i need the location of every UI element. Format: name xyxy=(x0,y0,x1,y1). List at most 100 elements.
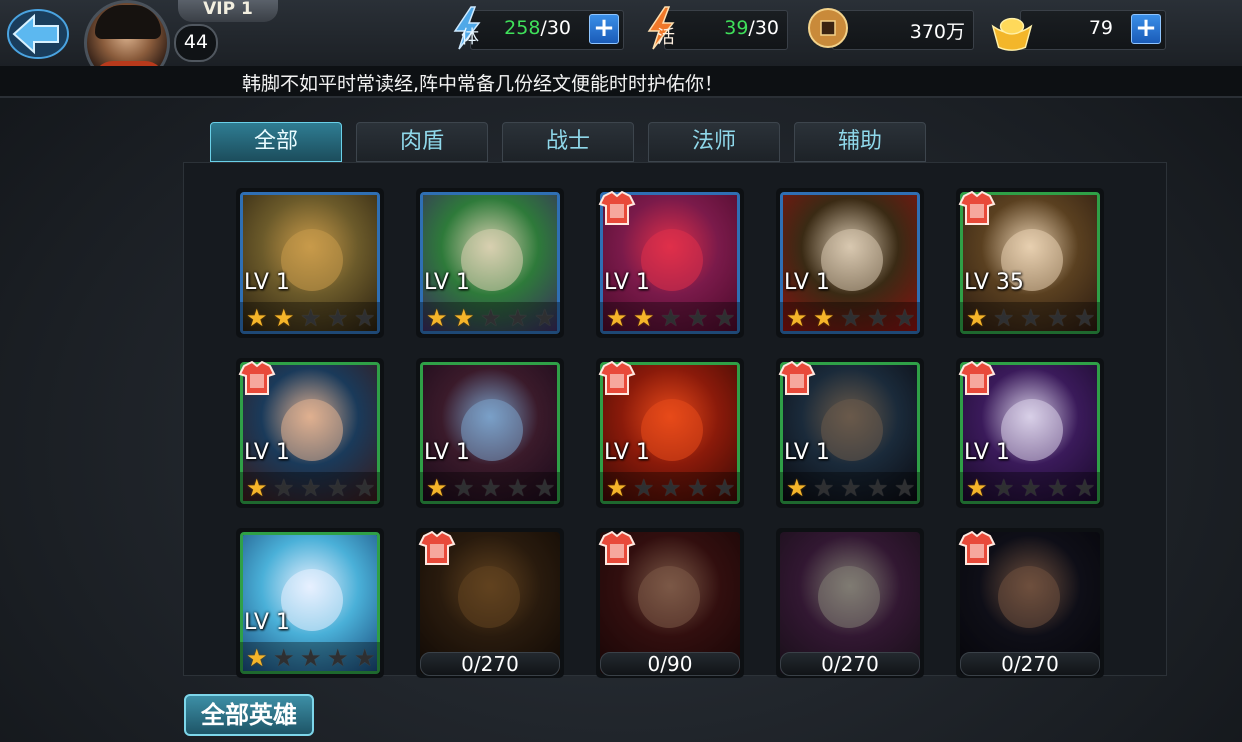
star-icon: ★ xyxy=(966,304,988,332)
star-icon: ★ xyxy=(273,304,295,332)
star-icon: ★ xyxy=(606,304,628,332)
marquee-text: 韩脚不如平时常读经,阵中常备几份经文便能时时护佑你！ xyxy=(242,73,724,95)
hero-card[interactable]: ★ ★ ★ ★ ★ LV 1 xyxy=(236,358,384,508)
star-icon: ★ xyxy=(426,304,448,332)
energy-label: 活 xyxy=(657,27,675,48)
player-level: 44 xyxy=(174,24,218,62)
star-icon: ★ xyxy=(246,644,268,672)
hero-card[interactable]: ★ ★ ★ ★ ★ LV 1 xyxy=(776,358,924,508)
star-icon: ★ xyxy=(354,644,376,672)
add-stamina-button[interactable]: + xyxy=(589,14,619,44)
hero-fragment-card[interactable]: 0/270 xyxy=(416,528,564,678)
star-icon: ★ xyxy=(453,304,475,332)
star-icon: ★ xyxy=(660,474,682,502)
back-button[interactable] xyxy=(4,4,70,60)
star-icon: ★ xyxy=(786,474,808,502)
star-icon: ★ xyxy=(327,474,349,502)
hero-fragment-card[interactable]: 0/90 xyxy=(596,528,744,678)
gold-value: 79 xyxy=(1088,17,1113,39)
tab-all[interactable]: 全部 xyxy=(210,122,342,162)
hero-card[interactable]: ★ ★ ★ ★ ★ LV 1 xyxy=(416,358,564,508)
star-rating: ★ ★ ★ ★ ★ xyxy=(960,472,1100,504)
all-heroes-button[interactable]: 全部英雄 xyxy=(184,694,314,736)
add-gold-button[interactable]: + xyxy=(1131,14,1161,44)
tab-warrior[interactable]: 战士 xyxy=(502,122,634,162)
armor-icon xyxy=(418,530,456,565)
star-icon: ★ xyxy=(714,304,736,332)
star-icon: ★ xyxy=(813,304,835,332)
stamina-value: 258/30 xyxy=(504,17,571,39)
hero-card[interactable]: ★ ★ ★ ★ ★ LV 1 xyxy=(236,528,384,678)
fragment-progress: 0/90 xyxy=(600,652,740,676)
star-icon: ★ xyxy=(480,474,502,502)
star-icon: ★ xyxy=(867,304,889,332)
armor-icon xyxy=(958,190,996,225)
hero-level: LV 1 xyxy=(244,270,290,295)
star-rating: ★ ★ ★ ★ ★ xyxy=(780,472,920,504)
stamina-resource: 体 258/30 + xyxy=(453,6,624,50)
stamina-label: 体 xyxy=(461,27,479,48)
star-icon: ★ xyxy=(813,474,835,502)
armor-icon xyxy=(598,190,636,225)
coins-value: 370万 xyxy=(909,21,965,43)
news-marquee: 韩脚不如平时常读经,阵中常备几份经文便能时时护佑你！ xyxy=(0,66,1242,98)
hero-level: LV 1 xyxy=(784,270,830,295)
armor-icon xyxy=(598,360,636,395)
star-icon: ★ xyxy=(1047,304,1069,332)
hero-card[interactable]: ★ ★ ★ ★ ★ LV 1 xyxy=(956,358,1104,508)
top-bar: VIP 1 44 体 258/30 + 活 39/30 370万 79 + xyxy=(0,0,1242,86)
armor-icon xyxy=(958,360,996,395)
hero-fragment-card[interactable]: 0/270 xyxy=(776,528,924,678)
star-icon: ★ xyxy=(840,304,862,332)
star-icon: ★ xyxy=(606,474,628,502)
star-icon: ★ xyxy=(840,474,862,502)
star-icon: ★ xyxy=(480,304,502,332)
armor-icon xyxy=(598,530,636,565)
hero-card[interactable]: ★ ★ ★ ★ ★ LV 35 xyxy=(956,188,1104,338)
energy-current: 39 xyxy=(724,17,749,39)
energy-max: /30 xyxy=(748,17,779,39)
vip-badge[interactable]: VIP 1 xyxy=(178,0,278,22)
star-icon: ★ xyxy=(1074,304,1096,332)
hero-level: LV 1 xyxy=(604,270,650,295)
star-icon: ★ xyxy=(993,474,1015,502)
star-rating: ★ ★ ★ ★ ★ xyxy=(600,302,740,334)
star-icon: ★ xyxy=(354,474,376,502)
star-icon: ★ xyxy=(273,644,295,672)
tab-support[interactable]: 辅助 xyxy=(794,122,926,162)
hero-card[interactable]: ★ ★ ★ ★ ★ LV 1 xyxy=(596,188,744,338)
star-icon: ★ xyxy=(327,644,349,672)
star-icon: ★ xyxy=(534,304,556,332)
hero-level: LV 1 xyxy=(244,610,290,635)
star-icon: ★ xyxy=(273,474,295,502)
star-icon: ★ xyxy=(633,474,655,502)
hero-fragment-card[interactable]: 0/270 xyxy=(956,528,1104,678)
star-icon: ★ xyxy=(507,474,529,502)
hero-card[interactable]: ★ ★ ★ ★ ★ LV 1 xyxy=(776,188,924,338)
star-icon: ★ xyxy=(354,304,376,332)
star-icon: ★ xyxy=(714,474,736,502)
hero-card[interactable]: ★ ★ ★ ★ ★ LV 1 xyxy=(596,358,744,508)
star-icon: ★ xyxy=(1020,304,1042,332)
star-rating: ★ ★ ★ ★ ★ xyxy=(420,472,560,504)
star-icon: ★ xyxy=(300,474,322,502)
star-icon: ★ xyxy=(687,304,709,332)
star-icon: ★ xyxy=(453,474,475,502)
hero-level: LV 1 xyxy=(244,440,290,465)
fragment-progress: 0/270 xyxy=(960,652,1100,676)
tab-mage[interactable]: 法师 xyxy=(648,122,780,162)
star-icon: ★ xyxy=(246,474,268,502)
star-icon: ★ xyxy=(966,474,988,502)
hero-card[interactable]: ★ ★ ★ ★ ★ LV 1 xyxy=(416,188,564,338)
star-icon: ★ xyxy=(687,474,709,502)
star-icon: ★ xyxy=(426,474,448,502)
hero-card[interactable]: ★ ★ ★ ★ ★ LV 1 xyxy=(236,188,384,338)
star-rating: ★ ★ ★ ★ ★ xyxy=(420,302,560,334)
stamina-max: /30 xyxy=(540,17,571,39)
star-icon: ★ xyxy=(246,304,268,332)
hero-level: LV 1 xyxy=(424,270,470,295)
star-rating: ★ ★ ★ ★ ★ xyxy=(600,472,740,504)
tab-tank[interactable]: 肉盾 xyxy=(356,122,488,162)
star-icon: ★ xyxy=(1020,474,1042,502)
armor-icon xyxy=(238,360,276,395)
